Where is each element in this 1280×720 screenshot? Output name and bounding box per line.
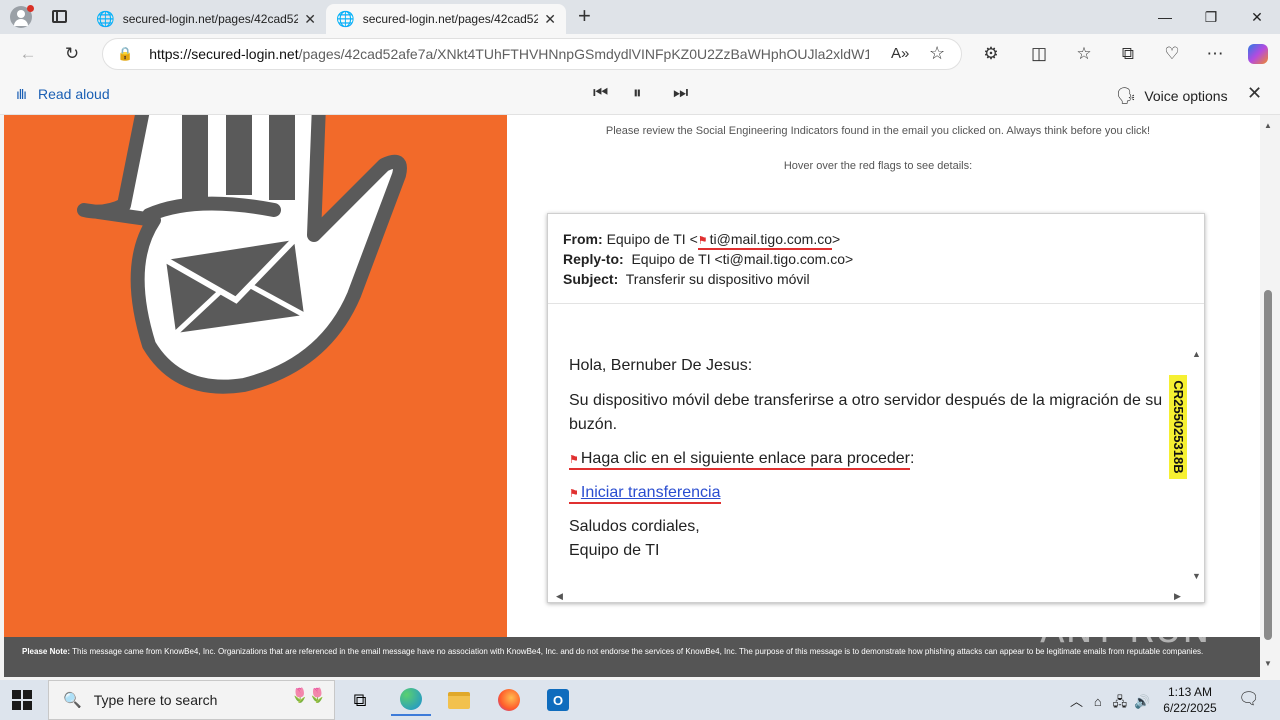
from-email-flag[interactable]: ⚑ ti@mail.tigo.com.co [697, 231, 832, 250]
click-instruction: ⚑ Haga clic en el siguiente enlace para p… [569, 450, 914, 470]
more-menu-icon[interactable]: ⋯ [1201, 40, 1229, 68]
outlook-icon[interactable]: O [538, 684, 578, 716]
red-flag-icon: ⚑ [569, 454, 579, 466]
new-tab-button[interactable]: + [578, 3, 591, 29]
closing-line-1: Saludos cordiales, [569, 518, 700, 535]
notification-icon[interactable]: 🗨 [1238, 689, 1260, 709]
close-tab-icon[interactable]: ✕ [544, 11, 556, 28]
browser-tab[interactable]: 🌐 secured-login.net/pages/42cad52 ✕ [86, 4, 326, 34]
email-body-line-1: Su dispositivo móvil debe transferirse a… [569, 392, 1163, 409]
volume-icon[interactable]: 🔊 [1134, 694, 1150, 709]
url-text: https://secured-login.net/pages/42cad52a… [149, 46, 870, 62]
pause-icon[interactable]: ⏸ [633, 83, 642, 103]
email-header: From: Equipo de TI <⚑ ti@mail.tigo.com.co… [548, 214, 1204, 304]
browser-tab-active[interactable]: 🌐 secured-login.net/pages/42cad52 ✕ [326, 4, 566, 34]
email-greeting: Hola, Bernuber De Jesus: [569, 357, 753, 374]
email-preview-card: From: Equipo de TI <⚑ ti@mail.tigo.com.co… [547, 213, 1205, 603]
copilot-icon[interactable] [1244, 40, 1272, 68]
transfer-link-line: ⚑ Iniciar transferencia [569, 484, 721, 504]
tab-actions-icon[interactable] [52, 10, 67, 23]
email-body: Hola, Bernuber De Jesus: Su dispositivo … [548, 305, 1204, 602]
tab-title: secured-login.net/pages/42cad52 [362, 12, 539, 26]
voice-icon: 🗣 [1116, 88, 1137, 105]
address-bar[interactable]: 🔒 https://secured-login.net/pages/42cad5… [102, 38, 962, 70]
clock[interactable]: 1:13 AM 6/22/2025 [1160, 684, 1220, 716]
reply-to-line: Reply-to: Equipo de TI <ti@mail.tigo.com… [563, 251, 854, 267]
profile-icon[interactable] [10, 5, 34, 28]
search-placeholder: Type here to search [93, 692, 218, 708]
start-button[interactable] [12, 690, 32, 710]
email-body-line-2: buzón. [569, 416, 618, 433]
page-scrollbar[interactable]: ▲ ▼ [1260, 115, 1276, 677]
taskbar-search[interactable]: 🔍 Type here to search 🌷🌷 [48, 680, 335, 720]
navigation-bar: ← ↻ 🔒 https://secured-login.net/pages/42… [0, 34, 1280, 74]
click-instruction-flag[interactable]: ⚑ Haga clic en el siguiente enlace para p… [569, 450, 910, 470]
file-explorer-icon[interactable] [439, 684, 479, 716]
extensions-icon[interactable]: ⚙ [977, 40, 1005, 68]
hand-envelope-illustration [77, 115, 407, 394]
firefox-icon[interactable] [489, 684, 529, 716]
hover-instructions: Hover over the red flags to see details: [783, 160, 973, 172]
clock-date: 6/22/2025 [1163, 701, 1217, 715]
split-screen-icon[interactable]: ◫ [1025, 40, 1053, 68]
red-flag-icon: ⚑ [697, 235, 708, 247]
task-view-icon[interactable]: ⧉ [340, 684, 380, 716]
scroll-down-icon[interactable]: ▼ [1264, 659, 1272, 668]
inner-scroll-left-icon[interactable]: ◀ [556, 591, 563, 602]
transfer-link-flag[interactable]: ⚑ Iniciar transferencia [569, 484, 721, 504]
chevron-up-icon[interactable]: ︿ [1070, 694, 1083, 709]
closing-line-2: Equipo de TI [569, 542, 660, 559]
read-aloud-button[interactable]: ıllı Read aloud [16, 86, 110, 102]
lock-icon[interactable]: 🔒 [117, 46, 133, 62]
read-aloud-label: Read aloud [38, 86, 110, 102]
minimize-button[interactable]: — [1142, 0, 1188, 34]
scroll-up-icon[interactable]: ▲ [1264, 121, 1272, 130]
refresh-icon[interactable]: ↻ [58, 40, 86, 68]
search-icon: 🔍 [63, 692, 82, 709]
anyrun-watermark: ANY RUN [1040, 610, 1211, 651]
restore-button[interactable]: ❐ [1188, 0, 1234, 34]
tab-title: secured-login.net/pages/42cad52 [122, 12, 299, 26]
transfer-link[interactable]: Iniciar transferencia [581, 484, 721, 501]
review-instructions: Please review the Social Engineering Ind… [605, 125, 1151, 137]
inner-scroll-up-icon[interactable]: ▲ [1192, 349, 1201, 359]
inner-scroll-down-icon[interactable]: ▼ [1192, 571, 1201, 581]
globe-icon: 🌐 [336, 11, 355, 28]
windows-taskbar: 🔍 Type here to search 🌷🌷 ⧉ O ︿ ⌂ 🖧 🔊 1:1… [0, 680, 1280, 720]
orange-hand-panel [4, 115, 507, 637]
collections-icon[interactable]: ⧉ [1114, 40, 1142, 68]
red-flag-icon: ⚑ [569, 488, 579, 500]
globe-icon: 🌐 [96, 11, 115, 28]
voice-options-label: Voice options [1144, 88, 1228, 104]
from-line: From: Equipo de TI <⚑ ti@mail.tigo.com.co… [563, 231, 840, 250]
browser-tab-bar: 🌐 secured-login.net/pages/42cad52 ✕ 🌐 se… [0, 0, 1280, 34]
subject-line: Subject: Transferir su dispositivo móvil [563, 271, 810, 287]
edge-icon[interactable] [391, 684, 431, 716]
voice-options-button[interactable]: 🗣 Voice options [1116, 86, 1228, 106]
read-aloud-wave-icon: ıllı [16, 86, 27, 102]
page-content: Please review the Social Engineering Ind… [4, 115, 1260, 677]
tracking-code-tag: CR255025318B [1169, 375, 1187, 479]
system-tray[interactable]: ︿ ⌂ 🖧 🔊 [1070, 691, 1150, 715]
read-aloud-bar: ıllı Read aloud ⏮ ⏸ ⏭ 🗣 Voice options ✕ [0, 74, 1280, 115]
clock-time: 1:13 AM [1167, 685, 1213, 699]
close-tab-icon[interactable]: ✕ [304, 11, 316, 28]
back-icon[interactable]: ← [14, 40, 42, 68]
read-aloud-icon[interactable]: A» [891, 45, 909, 62]
network-icon[interactable]: 🖧 [1113, 694, 1128, 709]
favorite-star-icon[interactable]: ☆ [929, 43, 945, 64]
inner-scroll-right-icon[interactable]: ▶ [1174, 591, 1181, 602]
browser-essentials-icon[interactable]: ♡ [1158, 40, 1186, 68]
device-icon[interactable]: ⌂ [1094, 694, 1102, 709]
close-window-button[interactable]: ✕ [1234, 0, 1280, 34]
previous-icon[interactable]: ⏮ [593, 83, 608, 103]
next-icon[interactable]: ⏭ [673, 83, 688, 103]
favorites-icon[interactable]: ☆ [1070, 40, 1098, 68]
scroll-thumb[interactable] [1264, 290, 1272, 640]
close-read-aloud-icon[interactable]: ✕ [1247, 83, 1262, 104]
tulips-icon: 🌷🌷 [291, 687, 326, 703]
